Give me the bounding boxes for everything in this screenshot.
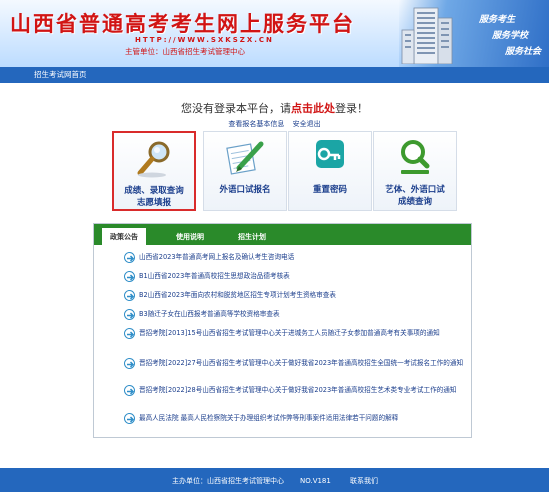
notice-item[interactable]: B1山西省2023年普通高校招生思想政治品德考核表	[124, 271, 290, 282]
tile-score-query[interactable]: 成绩、录取查询 志愿填报	[112, 131, 196, 211]
tile-label-line: 志愿填报	[136, 198, 171, 208]
notice-item[interactable]: 最高人民法院 最高人民检察院关于办理组织考试作弊等刑事案件适用法律若干问题的解释	[124, 413, 399, 424]
nav-bar: 招生考试网首页	[0, 67, 549, 83]
notice-item[interactable]: 晋招考院[2013]15号山西省招生考试管理中心关于进城务工人员随迁子女参加普通…	[124, 328, 440, 339]
login-message: 您没有登录本平台，请点击此处登录！	[0, 100, 549, 116]
tile-label-line: 外语口试报名	[219, 185, 271, 195]
tile-reset-password[interactable]: 重置密码	[288, 131, 372, 211]
tile-label-line: 重置密码	[312, 185, 347, 195]
account-links: 查看报名基本信息 安全退出	[0, 119, 549, 129]
tile-label: 成绩、录取查询 志愿填报	[114, 185, 194, 209]
site-sponsor: 主管单位：山西省招生考试管理中心	[125, 47, 245, 56]
notice-title: 最高人民法院 最高人民检察院关于办理组织考试作弊等刑事案件适用法律若干问题的解释	[139, 414, 399, 422]
tile-label: 艺体、外语口试 成绩查询	[374, 184, 456, 208]
site-header: 山西省普通高考考生网上服务平台 HTTP://WWW.SXKSZX.CN 主管单…	[0, 0, 549, 67]
arrow-right-icon	[124, 271, 135, 282]
footer-org: 主办单位：山西省招生考试管理中心	[172, 477, 284, 485]
notice-title: 晋招考院[2022]28号山西省招生考试管理中心关于做好我省2023年普通高校招…	[139, 386, 457, 394]
login-suffix: 登录！	[335, 102, 368, 115]
header-slogans: 服务考生 服务学校 服务社会	[471, 12, 541, 60]
notice-title: B2山西省2023年面向农村和脱贫地区招生专项计划考生资格审查表	[139, 291, 336, 299]
contact-us-link[interactable]: 联系我们	[350, 476, 378, 486]
tile-oral-exam-registration[interactable]: 外语口试报名	[203, 131, 287, 211]
site-footer: 主办单位：山西省招生考试管理中心 NO.V181 联系我们	[0, 468, 549, 492]
tab-policy-announcements[interactable]: 政策公告	[102, 228, 146, 245]
notice-title: 晋招考院[2022]27号山西省招生考试管理中心关于做好我省2023年普通高校招…	[139, 359, 464, 367]
key-icon	[316, 140, 344, 168]
notice-panel: 政策公告 使用说明 招生计划 山西省2023年普通高考网上报名及确认考生咨询电话…	[93, 223, 472, 438]
footer-version: NO.V181	[300, 477, 331, 485]
notice-title: B3随迁子女在山西报考普通高等学校资格审查表	[139, 310, 280, 318]
site-title: 山西省普通高考考生网上服务平台	[10, 11, 355, 36]
tab-bar: 政策公告 使用说明 招生计划	[94, 224, 471, 245]
notice-title: 山西省2023年普通高考网上报名及确认考生咨询电话	[139, 253, 295, 261]
tab-enrollment-plan[interactable]: 招生计划	[232, 228, 272, 245]
site-url: HTTP://WWW.SXKSZX.CN	[135, 36, 274, 44]
view-info-link[interactable]: 查看报名基本信息	[228, 120, 284, 128]
notice-item[interactable]: B2山西省2023年面向农村和脱贫地区招生专项计划考生资格审查表	[124, 290, 336, 301]
notice-item[interactable]: 晋招考院[2022]27号山西省招生考试管理中心关于做好我省2023年普通高校招…	[124, 358, 464, 369]
arrow-right-icon	[124, 385, 135, 396]
arrow-right-icon	[124, 328, 135, 339]
search-doc-icon	[401, 140, 430, 174]
arrow-right-icon	[124, 309, 135, 320]
arrow-right-icon	[124, 413, 135, 424]
notice-item[interactable]: 山西省2023年普通高考网上报名及确认考生咨询电话	[124, 252, 295, 263]
slogan: 服务社会	[504, 47, 541, 57]
login-prefix: 您没有登录本平台，请	[181, 102, 291, 115]
magnifier-icon	[137, 141, 170, 178]
tab-usage-instructions[interactable]: 使用说明	[170, 228, 210, 245]
notice-title: 晋招考院[2013]15号山西省招生考试管理中心关于进城务工人员随迁子女参加普通…	[139, 329, 440, 337]
notice-item[interactable]: 晋招考院[2022]28号山西省招生考试管理中心关于做好我省2023年普通高校招…	[124, 385, 457, 396]
login-link[interactable]: 点击此处	[291, 102, 335, 115]
notice-title: B1山西省2023年普通高校招生思想政治品德考核表	[139, 272, 290, 280]
tile-label-line: 艺体、外语口试	[385, 185, 445, 195]
nav-home-link[interactable]: 招生考试网首页	[34, 69, 87, 80]
slogan: 服务考生	[478, 15, 515, 25]
tile-art-oral-score-query[interactable]: 艺体、外语口试 成绩查询	[373, 131, 457, 211]
tile-label: 重置密码	[289, 184, 371, 196]
tile-label: 外语口试报名	[204, 184, 286, 196]
arrow-right-icon	[124, 290, 135, 301]
pencil-paper-icon	[226, 141, 264, 175]
arrow-right-icon	[124, 252, 135, 263]
logout-link[interactable]: 安全退出	[293, 120, 321, 128]
tile-label-line: 成绩查询	[397, 197, 432, 207]
building-icon	[401, 7, 453, 64]
notice-item[interactable]: B3随迁子女在山西报考普通高等学校资格审查表	[124, 309, 280, 320]
arrow-right-icon	[124, 358, 135, 369]
tile-label-line: 成绩、录取查询	[124, 186, 184, 196]
slogan: 服务学校	[491, 31, 528, 41]
